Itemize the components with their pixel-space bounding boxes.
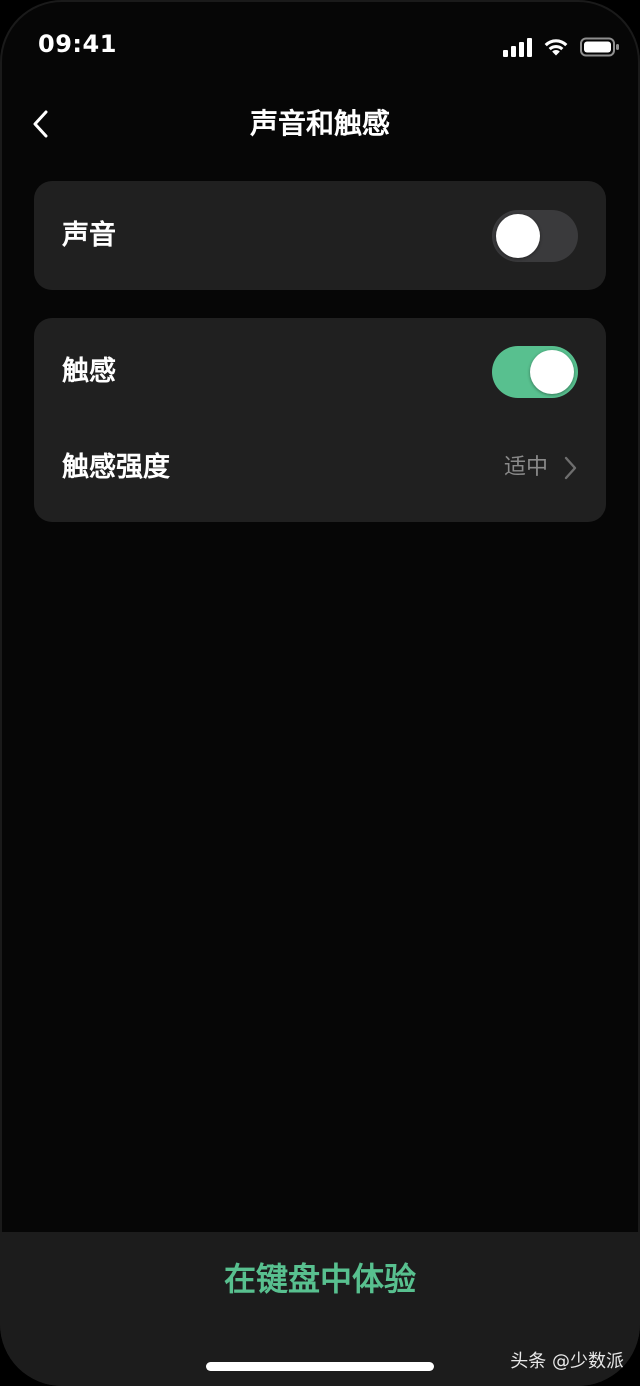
haptic-intensity-value: 适中 (503, 455, 548, 480)
nav-bar: 声音和触感 (0, 92, 640, 156)
signal-icon (503, 37, 532, 57)
page-title: 声音和触感 (249, 107, 390, 140)
status-bar: 09:41 (0, 0, 640, 92)
haptic-intensity-label: 触感强度 (62, 452, 170, 483)
sound-label: 声音 (62, 219, 116, 251)
toggle-knob (496, 213, 540, 258)
sound-card: 声音 (34, 181, 606, 290)
home-indicator[interactable] (206, 1362, 434, 1371)
haptic-row: 触感 (34, 318, 606, 426)
toggle-knob (530, 350, 574, 394)
wifi-icon (542, 37, 570, 57)
haptic-label: 触感 (62, 356, 116, 387)
status-time: 09:41 (38, 30, 117, 58)
battery-icon (580, 37, 620, 57)
haptic-toggle[interactable] (492, 346, 578, 398)
sound-toggle[interactable] (492, 209, 578, 262)
chevron-right-icon (564, 456, 577, 480)
haptic-card: 触感 触感强度 适中 (34, 318, 606, 522)
watermark: 头条 @少数派 (510, 1351, 624, 1372)
screen: 09:41 声音和触感 声音 触感 触感强度 适中 在键盘中体验 头条 @少数派 (0, 0, 640, 1386)
try-in-keyboard-button[interactable]: 在键盘中体验 (0, 1258, 640, 1300)
sound-row: 声音 (34, 181, 606, 290)
status-icons (503, 36, 620, 58)
haptic-intensity-row[interactable]: 触感强度 适中 (34, 420, 606, 516)
